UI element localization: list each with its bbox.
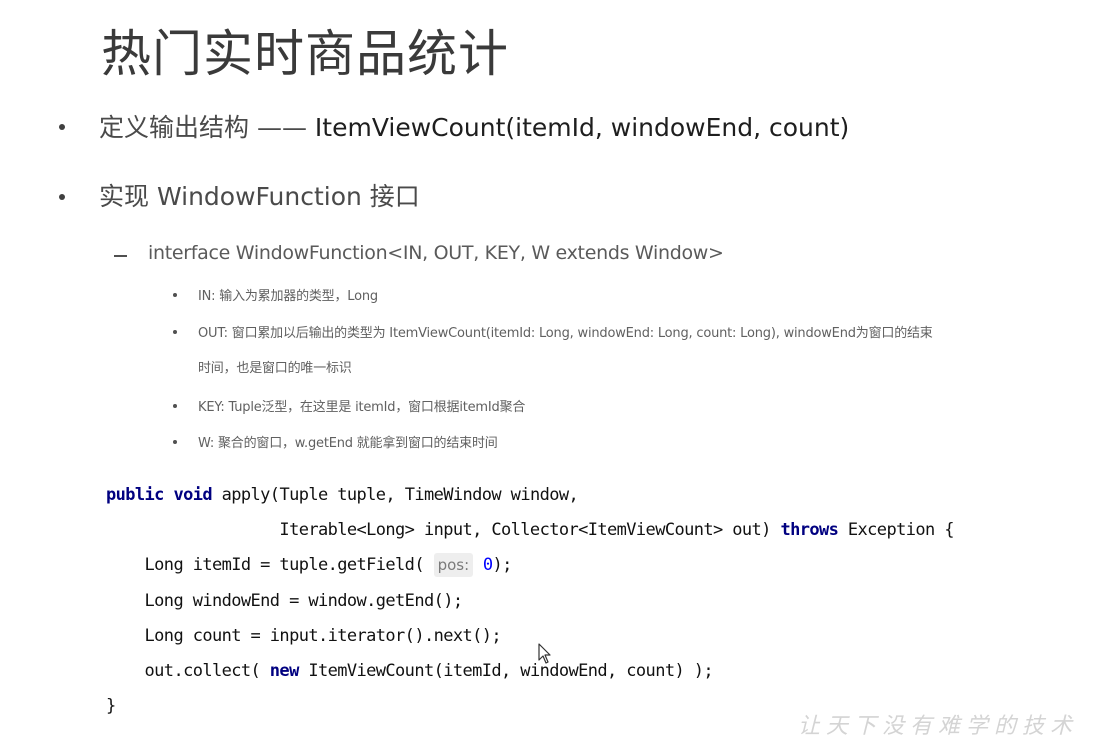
code-text: ItemViewCount(itemId, windowEnd, count) … [298,661,714,681]
code-line-1: public void apply(Tuple tuple, TimeWindo… [106,482,579,508]
number-literal: 0 [482,555,493,575]
param-w: W: 聚合的窗口，w.getEnd 就能拿到窗口的结束时间 [198,436,498,451]
keyword: new [269,661,300,681]
code-text: out.collect( [106,661,270,681]
code-text: apply(Tuple tuple, TimeWindow window, [212,485,579,505]
bullet-window-function: 实现 WindowFunction 接口 [99,182,420,211]
bullet-output-structure-prefix: 定义输出结构 —— [99,113,315,142]
interface-signature: interface WindowFunction<IN, OUT, KEY, W… [148,242,724,264]
keyword: public [106,485,164,505]
parameter-hint: pos: [433,553,474,577]
param-out: OUT: 窗口累加以后输出的类型为 ItemViewCount(itemId: … [198,326,933,341]
code-text: ); [492,555,512,575]
param-dot [173,404,177,408]
bullet-dot [59,194,65,200]
slide-title: 热门实时商品统计 [101,25,509,83]
code-line-5: Long count = input.iterator().next(); [106,626,502,646]
param-dot [173,330,177,334]
code-line-7: } [106,696,116,716]
keyword: void [173,485,212,505]
code-line-2: Iterable<Long> input, Collector<ItemView… [106,517,954,543]
item-view-count-signature: ItemViewCount(itemId, windowEnd, count) [314,113,850,142]
param-in: IN: 输入为累加器的类型，Long [198,289,378,304]
code-line-6: out.collect( new ItemViewCount(itemId, w… [106,658,714,684]
code-line-3: Long itemId = tuple.getField( pos: 0); [106,552,512,578]
watermark: 让天下没有难学的技术 [797,714,1078,739]
keyword: throws [780,520,839,540]
code-text: Exception { [838,520,955,540]
code-text: Long itemId = tuple.getField( [106,555,434,575]
bullet-output-structure: 定义输出结构 —— ItemViewCount(itemId, windowEn… [99,111,849,145]
param-out-continued: 时间，也是窗口的唯一标识 [198,361,352,376]
code-text: Iterable<Long> input, Collector<ItemView… [106,520,781,540]
param-dot [173,440,177,444]
dash-marker [114,255,127,257]
code-line-4: Long windowEnd = window.getEnd(); [106,591,464,611]
param-key: KEY: Tuple泛型，在这里是 itemId，窗口根据itemId聚合 [198,400,526,415]
mouse-pointer-icon [538,643,551,664]
bullet-dot [59,124,65,130]
param-dot [173,293,177,297]
